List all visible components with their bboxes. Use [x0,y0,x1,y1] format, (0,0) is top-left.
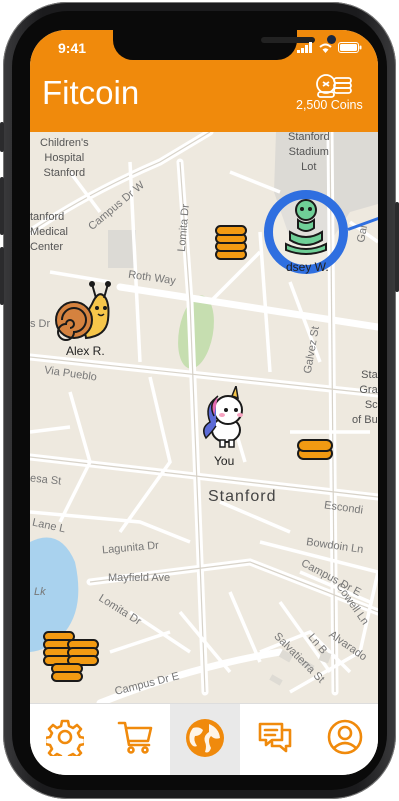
map-label-lake: Lk [34,586,46,598]
tab-bar [30,703,378,775]
device-notch [113,30,336,60]
unicorn-avatar-icon[interactable] [196,386,256,450]
status-time: 9:41 [58,40,87,56]
snake-avatar-icon[interactable] [282,198,330,256]
volume-down-button [0,247,4,305]
coin-stack-icon[interactable] [214,224,248,262]
power-button [395,202,399,292]
coin-stack-icon[interactable] [296,438,334,462]
user-name-label: You [214,454,235,468]
map-view[interactable]: Children's Hospital Stanford Stanford St… [30,131,378,703]
status-icons [297,42,362,53]
app-header: 9:41 Fitcoin 2,500 Coins [30,30,378,132]
wifi-icon [319,43,332,53]
coin-stack-icon[interactable] [42,628,102,686]
coin-stack-icon [316,74,352,98]
tab-settings[interactable] [30,704,100,775]
volume-up-button [0,177,4,235]
map-label-medical-center: tanford Medical Center [30,211,68,253]
globe-icon [186,719,224,757]
map-label-stadium-lot: Stanford Stadium Lot [288,131,330,173]
snail-avatar-icon[interactable] [52,280,122,342]
battery-icon [338,42,362,53]
coin-balance: 2,500 Coins [296,98,363,112]
profile-icon [327,719,363,755]
cart-icon [117,721,153,754]
map-label-mayfield-ave: Mayfield Ave [108,572,171,584]
tab-messages[interactable] [240,704,310,775]
signal-icon [297,42,312,53]
chat-icon [258,722,292,753]
mute-switch [0,122,4,152]
user-name-label: dsey W. [286,260,329,274]
map-label-stanford-gsb: Sta Gra Sc of Bu [352,369,378,426]
tab-shop[interactable] [100,704,170,775]
app-screen: Children's Hospital Stanford Stanford St… [30,30,378,775]
tab-profile[interactable] [310,704,378,775]
page-title: Fitcoin [42,74,140,111]
user-name-label: Alex R. [66,344,105,358]
tab-map[interactable] [170,704,240,775]
map-label-childrens-hospital: Children's Hospital Stanford [40,137,89,179]
map-label-stanford: Stanford [208,488,277,505]
map-label-dr-left: s Dr [30,318,51,330]
gear-icon [46,719,84,756]
